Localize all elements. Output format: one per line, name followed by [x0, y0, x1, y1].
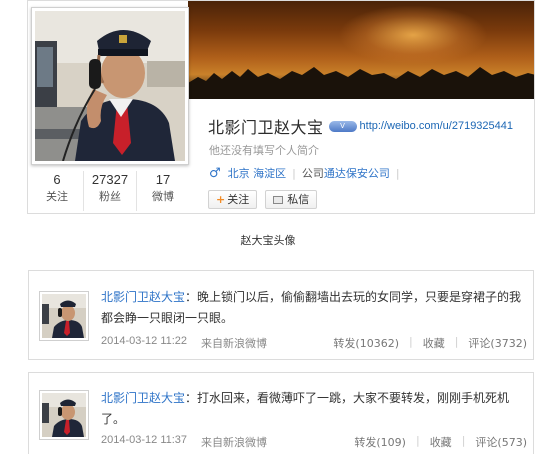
envelope-icon: [273, 195, 284, 204]
message-button-label: 私信: [287, 193, 310, 206]
company-link[interactable]: 通达保安公司: [324, 165, 390, 181]
action-separator: |: [461, 434, 466, 447]
action-separator: |: [454, 335, 459, 348]
profile-actions: + 关注 私信: [208, 190, 325, 209]
post-content: 北影门卫赵大宝：晚上锁门以后，偷偷翻墙出去玩的女同学，只要是穿裙子的我都会睁一只…: [101, 287, 527, 329]
post-timestamp[interactable]: 2014-03-12 11:37: [101, 434, 187, 450]
profile-bio: 他还没有填写个人简介: [209, 144, 319, 157]
stat-followers-value: 27327: [91, 172, 129, 187]
stat-posts-label: 微博: [152, 190, 174, 203]
weibo-post: 北影门卫赵大宝：打水回来，看微薄吓了一跳，大家不要转发，刚刚手机死机了。 201…: [28, 372, 534, 454]
post-author-link[interactable]: 北影门卫赵大宝: [101, 290, 185, 304]
profile-card: 6 关注 27327 粉丝 17 微博 北影门卫赵大宝 V http://wei…: [27, 0, 535, 214]
message-button[interactable]: 私信: [265, 190, 318, 209]
post-source[interactable]: 来自新浪微博: [201, 335, 267, 351]
image-caption: 赵大宝头像: [240, 234, 296, 247]
favorite-button[interactable]: 收藏: [430, 434, 452, 450]
post-source[interactable]: 来自新浪微博: [201, 434, 267, 450]
stat-following[interactable]: 6 关注: [31, 171, 84, 211]
stat-following-label: 关注: [46, 190, 68, 203]
post-meta: 2014-03-12 11:22 来自新浪微博 转发(10362) | 收藏 |…: [101, 335, 527, 351]
stat-followers[interactable]: 27327 粉丝: [84, 171, 137, 211]
comment-button[interactable]: 评论(573): [475, 434, 527, 450]
profile-url-link[interactable]: http://weibo.com/u/2719325441: [360, 120, 514, 132]
company-label: 公司: [301, 167, 324, 180]
post-avatar[interactable]: [39, 390, 89, 440]
repost-button[interactable]: 转发(109): [354, 434, 406, 450]
plus-icon: +: [216, 193, 226, 206]
post-timestamp[interactable]: 2014-03-12 11:22: [101, 335, 187, 351]
action-separator: |: [408, 335, 413, 348]
stat-posts-value: 17: [155, 172, 171, 187]
stat-following-value: 6: [53, 172, 61, 187]
profile-name-row: 北影门卫赵大宝 V http://weibo.com/u/2719325441: [208, 115, 513, 137]
post-actions: 转发(109) | 收藏 | 评论(573): [354, 434, 527, 450]
repost-button[interactable]: 转发(10362): [333, 335, 399, 351]
stat-posts[interactable]: 17 微博: [137, 171, 189, 211]
post-actions: 转发(10362) | 收藏 | 评论(3732): [333, 335, 527, 351]
info-separator: |: [395, 166, 400, 180]
profile-info-row: ♂ 北京 海淀区 | 公司 通达保安公司 |: [209, 165, 406, 181]
profile-location[interactable]: 北京 海淀区: [228, 165, 287, 181]
post-content: 北影门卫赵大宝：打水回来，看微薄吓了一跳，大家不要转发，刚刚手机死机了。: [101, 388, 527, 430]
avatar[interactable]: [31, 7, 189, 165]
favorite-button[interactable]: 收藏: [423, 335, 445, 351]
action-separator: |: [415, 434, 420, 447]
post-avatar[interactable]: [39, 291, 89, 341]
follow-button[interactable]: + 关注: [208, 190, 258, 209]
male-icon: ♂: [209, 165, 221, 181]
comment-button[interactable]: 评论(3732): [468, 335, 527, 351]
stat-followers-label: 粉丝: [99, 190, 121, 203]
weibo-post: 北影门卫赵大宝：晚上锁门以后，偷偷翻墙出去玩的女同学，只要是穿裙子的我都会睁一只…: [28, 270, 534, 360]
info-separator: |: [292, 166, 296, 180]
cover-image: [188, 1, 534, 99]
follow-button-label: 关注: [227, 193, 250, 206]
verified-badge-icon[interactable]: V: [328, 120, 357, 132]
post-author-link[interactable]: 北影门卫赵大宝: [101, 391, 185, 405]
profile-name[interactable]: 北影门卫赵大宝: [208, 114, 324, 138]
profile-stats: 6 关注 27327 粉丝 17 微博: [31, 171, 189, 211]
post-meta: 2014-03-12 11:37 来自新浪微博 转发(109) | 收藏 | 评…: [101, 434, 527, 450]
